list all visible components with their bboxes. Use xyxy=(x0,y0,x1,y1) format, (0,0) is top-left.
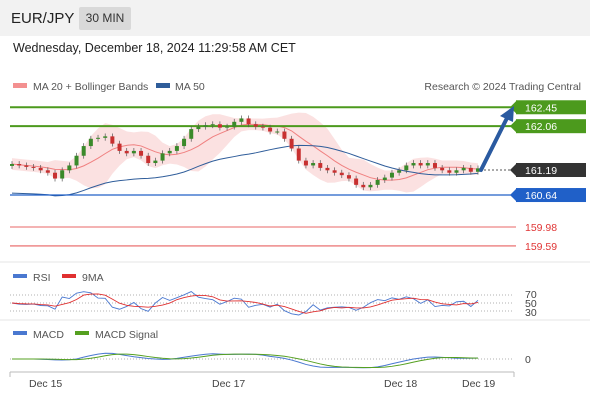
candle-body-38 xyxy=(282,131,287,139)
candle-body-59 xyxy=(432,163,437,168)
candle-body-33 xyxy=(246,118,251,125)
candle-body-53 xyxy=(389,172,394,178)
level-tag-pointer-2 xyxy=(510,189,516,202)
candle-body-50 xyxy=(368,184,373,188)
rsi-legend-swatch xyxy=(13,274,27,278)
candle-body-39 xyxy=(289,138,294,149)
x-label-dec19: Dec 19 xyxy=(462,378,495,390)
candle-body-52 xyxy=(382,177,387,180)
candle-body-61 xyxy=(447,170,452,173)
candle-body-18 xyxy=(139,150,144,156)
candle-body-41 xyxy=(303,160,308,166)
forecast-arrow-shaft xyxy=(479,114,510,172)
rsi-legend-label: RSI xyxy=(33,272,51,284)
candle-body-51 xyxy=(375,180,380,185)
candle-body-8 xyxy=(67,165,72,171)
candle-body-54 xyxy=(397,170,402,173)
candle-body-36 xyxy=(268,127,273,132)
macd-signal-legend-swatch xyxy=(75,331,89,335)
bb-legend-label: MA 20 + Bollinger Bands xyxy=(33,81,148,93)
candle-body-62 xyxy=(454,170,459,173)
candle-body-34 xyxy=(253,124,258,127)
macd-signal-line xyxy=(12,353,479,369)
candle-body-48 xyxy=(354,178,359,185)
chart-canvas: MA 20 + Bollinger Bands MA 50 Research ©… xyxy=(0,81,590,390)
x-label-dec17: Dec 17 xyxy=(212,378,245,390)
candle-body-21 xyxy=(160,153,165,161)
candle-body-40 xyxy=(296,148,301,161)
candle-body-44 xyxy=(325,167,330,171)
x-label-dec15: Dec 15 xyxy=(29,378,62,390)
candle-body-22 xyxy=(167,150,172,154)
candle-body-13 xyxy=(103,136,108,138)
candle-body-15 xyxy=(117,143,122,151)
candle-body-9 xyxy=(74,155,79,166)
candle-body-5 xyxy=(45,170,50,173)
candle-body-0 xyxy=(10,164,14,166)
candle-body-2 xyxy=(24,165,29,167)
credit-text: Research © 2024 Trading Central xyxy=(424,81,581,93)
candle-body-63 xyxy=(461,167,466,171)
candle-body-32 xyxy=(239,118,244,122)
candle-body-57 xyxy=(418,163,423,166)
candle-body-23 xyxy=(174,146,179,151)
candle-body-26 xyxy=(196,126,201,130)
macd-legend-label: MACD xyxy=(33,329,64,341)
macd-line xyxy=(12,352,479,369)
ma50-legend-swatch xyxy=(156,83,170,88)
candle-body-4 xyxy=(38,167,43,171)
macd-lines xyxy=(12,352,479,369)
level-label-0: 162.45 xyxy=(525,102,557,114)
candle-body-24 xyxy=(182,138,187,147)
candle-body-30 xyxy=(225,126,230,128)
macd-signal-legend-label: MACD Signal xyxy=(95,329,158,341)
level-label-3: 159.98 xyxy=(525,222,557,234)
ma50-legend-label: MA 50 xyxy=(175,81,205,93)
candle-body-64 xyxy=(468,167,473,172)
last-price-tag-pointer xyxy=(510,164,516,176)
level-label-2: 160.64 xyxy=(525,190,557,202)
candle-body-28 xyxy=(210,124,215,126)
candle-body-11 xyxy=(88,138,93,147)
candle-body-27 xyxy=(203,125,208,127)
level-label-4: 159.59 xyxy=(525,241,557,253)
level-label-1: 162.06 xyxy=(525,121,557,133)
rsi-level-30-label: 30 xyxy=(525,307,537,319)
candle-body-31 xyxy=(232,121,237,127)
candle-body-47 xyxy=(346,175,351,179)
candle-body-14 xyxy=(110,136,115,144)
candle-body-25 xyxy=(189,129,194,139)
macd-legend-swatch xyxy=(13,331,27,335)
candle-body-56 xyxy=(411,163,416,166)
candle-body-6 xyxy=(53,172,58,179)
candle-body-43 xyxy=(318,163,323,168)
candle-body-17 xyxy=(131,150,136,154)
candle-body-1 xyxy=(17,164,22,166)
candle-body-29 xyxy=(217,124,222,128)
candle-body-3 xyxy=(31,166,36,168)
candle-body-49 xyxy=(361,184,366,188)
candle-body-46 xyxy=(339,172,344,176)
candle-body-20 xyxy=(153,160,158,164)
macd-zero-label: 0 xyxy=(525,354,531,366)
candle-body-7 xyxy=(60,170,65,179)
bb-legend-swatch xyxy=(13,83,27,88)
candle-body-55 xyxy=(404,165,409,171)
candle-body-60 xyxy=(440,167,445,171)
candle-body-37 xyxy=(275,131,280,133)
candle-body-16 xyxy=(124,150,129,154)
rsi-ma-legend-swatch xyxy=(62,274,76,278)
last-price-label: 161.19 xyxy=(525,165,557,177)
candle-body-19 xyxy=(146,155,151,164)
candle-body-35 xyxy=(260,126,265,128)
candle-body-12 xyxy=(96,137,101,139)
candle-body-42 xyxy=(311,163,316,166)
rsi-ma-legend-label: 9MA xyxy=(82,272,104,284)
candle-body-10 xyxy=(81,146,86,156)
x-label-dec18: Dec 18 xyxy=(384,378,417,390)
candle-body-58 xyxy=(425,163,430,166)
candle-body-45 xyxy=(332,170,337,173)
